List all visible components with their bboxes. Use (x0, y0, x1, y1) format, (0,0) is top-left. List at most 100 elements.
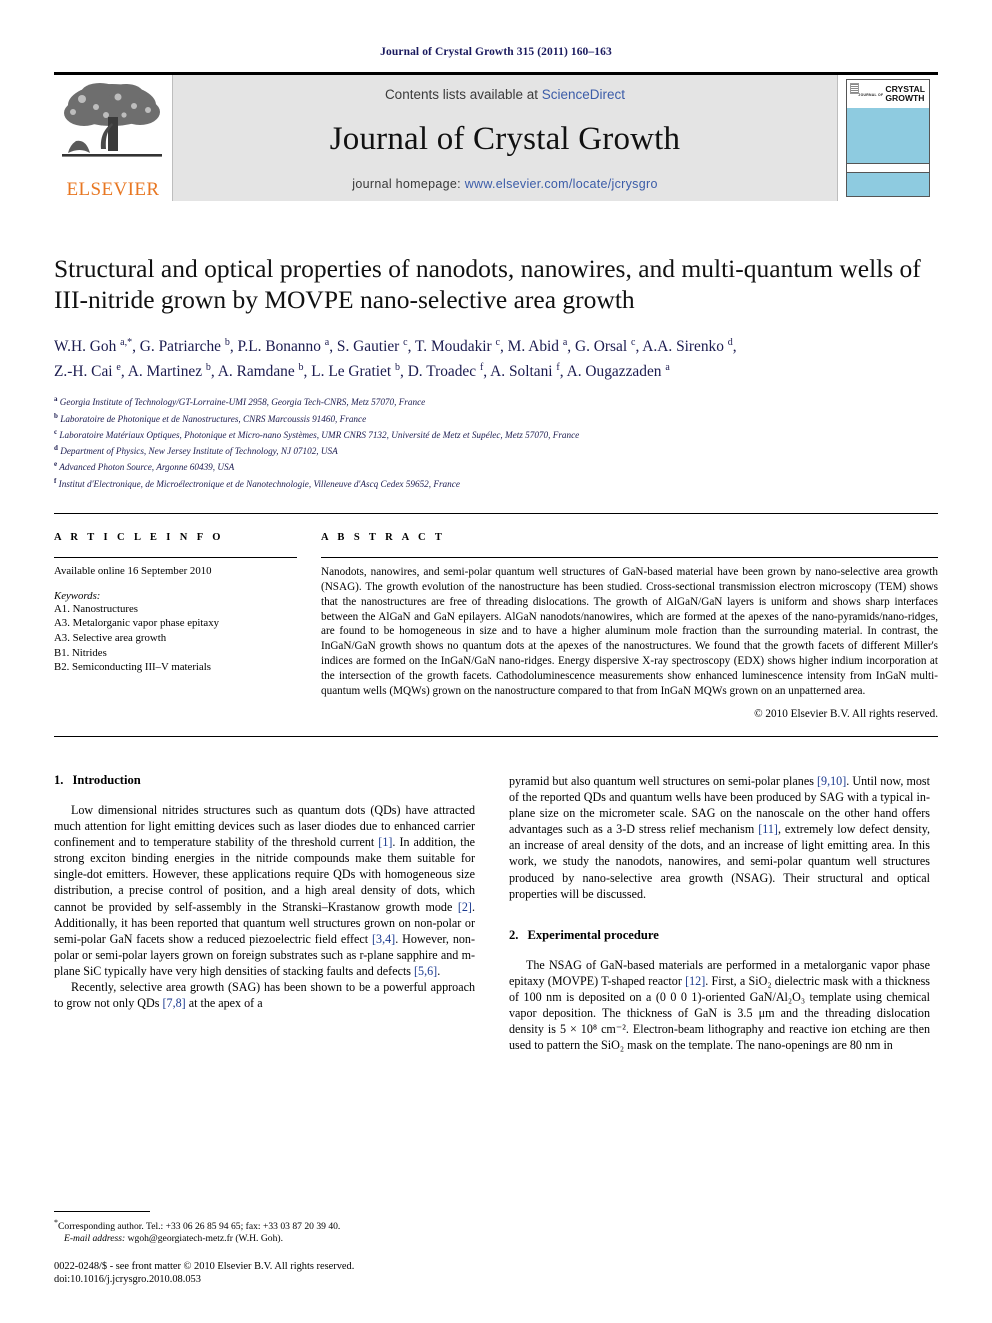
cover-inner: JOURNAL OF CRYSTAL GROWTH (846, 79, 930, 197)
keyword-item: B2. Semiconducting III–V materials (54, 661, 211, 674)
intro-paragraph-1: Low dimensional nitrides structures such… (54, 802, 475, 979)
citation-ref[interactable]: [9,10] (817, 774, 846, 788)
section-heading-experimental: 2. Experimental procedure (509, 928, 930, 943)
elsevier-wordmark: ELSEVIER (66, 179, 160, 200)
intro-paragraph-2-part: Recently, selective area growth (SAG) ha… (54, 979, 475, 1011)
keyword-item: A1. Nanostructures (54, 602, 138, 615)
abstract-divider (321, 556, 938, 558)
text-run: pyramid but also quantum well structures… (509, 774, 817, 788)
affiliation-text: Laboratoire de Photonique et de Nanostru… (60, 413, 367, 424)
article-info-column: A R T I C L E I N F O Available online 1… (54, 532, 297, 720)
running-head: Journal of Crystal Growth 315 (2011) 160… (380, 46, 612, 58)
abstract-bottom-divider (54, 736, 938, 737)
corresponding-text: Corresponding author. Tel.: +33 06 26 85… (58, 1221, 341, 1232)
affiliation-mark: c (54, 427, 58, 436)
affiliation-mark: e (54, 460, 58, 469)
affiliation-text: Department of Physics, New Jersey Instit… (60, 446, 338, 457)
citation-ref[interactable]: [3,4] (372, 932, 395, 946)
affiliation-text: Laboratoire Matériaux Optiques, Photoniq… (59, 429, 580, 440)
affiliation-mark: f (54, 476, 57, 485)
affiliation-item: c Laboratoire Matériaux Optiques, Photon… (54, 426, 938, 442)
citation-ref[interactable]: [12] (685, 974, 705, 988)
abstract-text: Nanodots, nanowires, and semi-polar quan… (321, 565, 938, 698)
copyright-line: © 2010 Elsevier B.V. All rights reserved… (754, 708, 938, 720)
citation-ref[interactable]: [2] (458, 900, 472, 914)
text-run: . (437, 963, 441, 978)
affiliation-text: Institut d'Electronique, de Microélectro… (58, 478, 460, 489)
section-title: Experimental procedure (527, 927, 659, 942)
article-content: Structural and optical properties of nan… (54, 253, 938, 1053)
issn-block: 0022-0248/$ - see front matter © 2010 El… (54, 1260, 475, 1287)
masthead-center: Contents lists available at ScienceDirec… (173, 75, 837, 201)
email-label: E-mail address: (64, 1233, 126, 1245)
cover-color-band-2 (847, 172, 929, 196)
sciencedirect-link[interactable]: ScienceDirect (542, 87, 625, 102)
intro-paragraph-2-cont: pyramid but also quantum well structures… (509, 773, 930, 902)
cover-header: JOURNAL OF CRYSTAL GROWTH (847, 80, 929, 107)
affiliation-item: f Institut d'Electronique, de Microélect… (54, 475, 938, 491)
info-top-divider (54, 512, 938, 514)
experimental-paragraph-1: The NSAG of GaN-based materials are perf… (509, 957, 930, 1054)
footnote-divider (54, 1210, 150, 1212)
doi-line[interactable]: doi:10.1016/j.jcrysgro.2010.08.053 (54, 1273, 475, 1287)
citation-ref[interactable]: [11] (758, 822, 778, 836)
affiliation-text: Georgia Institute of Technology/GT-Lorra… (59, 397, 426, 408)
info-abstract-row: A R T I C L E I N F O Available online 1… (54, 532, 938, 720)
paper-page: Journal of Crystal Growth 315 (2011) 160… (0, 0, 992, 1323)
keyword-item: A3. Selective area growth (54, 632, 167, 645)
citation-ref[interactable]: [1] (378, 835, 392, 849)
affiliation-item: b Laboratoire de Photonique et de Nanost… (54, 410, 938, 426)
article-info-divider (54, 556, 297, 558)
affiliation-list: a Georgia Institute of Technology/GT-Lor… (54, 393, 938, 491)
body-column-right: pyramid but also quantum well structures… (509, 773, 930, 1053)
journal-masthead: ELSEVIER Contents lists available at Sci… (54, 72, 938, 201)
cover-journal-name: CRYSTAL GROWTH (885, 84, 925, 103)
affiliation-mark: a (54, 395, 58, 404)
section-heading-introduction: 1. Introduction (54, 773, 475, 788)
section-number: 1. (54, 773, 64, 787)
issn-line: 0022-0248/$ - see front matter © 2010 El… (54, 1260, 355, 1272)
citation-ref[interactable]: [7,8] (163, 996, 186, 1010)
cover-barcode-icon (850, 83, 859, 94)
journal-title: Journal of Crystal Growth (329, 121, 681, 157)
text-run: Recently, selective area growth (SAG) ha… (54, 980, 475, 1011)
cover-name-line2: GROWTH (885, 92, 925, 103)
article-info-label: A R T I C L E I N F O (54, 531, 224, 543)
affiliation-mark: b (54, 411, 58, 420)
footnote-area: *Corresponding author. Tel.: +33 06 26 8… (54, 1210, 475, 1287)
body-columns: 1. Introduction Low dimensional nitrides … (54, 773, 938, 1053)
journal-homepage-line: journal homepage: www.elsevier.com/locat… (352, 177, 657, 191)
section-number: 2. (509, 927, 519, 942)
author-line-1: W.H. Goh a,*, G. Patriarche b, P.L. Bona… (54, 337, 737, 356)
text-run: at the apex of a (185, 996, 263, 1011)
body-column-left: 1. Introduction Low dimensional nitrides … (54, 773, 475, 1053)
author-line-2: Z.-H. Cai e, A. Martinez b, A. Ramdane b… (54, 362, 670, 381)
journal-cover-thumbnail: JOURNAL OF CRYSTAL GROWTH (837, 75, 938, 201)
section-title: Introduction (72, 773, 141, 787)
email-address[interactable]: wgoh@georgiatech-metz.fr (W.H. Goh). (128, 1233, 283, 1244)
elsevier-tree-icon (62, 83, 162, 157)
affiliation-item: a Georgia Institute of Technology/GT-Lor… (54, 393, 938, 409)
affiliation-item: d Department of Physics, New Jersey Inst… (54, 442, 938, 458)
corresponding-author-note: *Corresponding author. Tel.: +33 06 26 8… (54, 1217, 475, 1234)
keyword-item: B1. Nitrides (54, 646, 107, 659)
page-title: Structural and optical properties of nan… (54, 254, 921, 314)
affiliation-text: Advanced Photon Source, Argonne 60439, U… (59, 462, 235, 473)
citation-ref[interactable]: [5,6] (414, 964, 437, 978)
email-note: E-mail address: wgoh@georgiatech-metz.fr… (54, 1233, 475, 1245)
contents-prefix: Contents lists available at (384, 87, 542, 102)
author-list: W.H. Goh a,*, G. Patriarche b, P.L. Bona… (54, 332, 938, 382)
affiliation-mark: d (54, 444, 58, 453)
journal-homepage-link[interactable]: www.elsevier.com/locate/jcrysgro (465, 177, 658, 191)
abstract-label: A B S T R A C T (321, 531, 446, 543)
contents-available-line: Contents lists available at ScienceDirec… (385, 87, 625, 102)
cover-color-band-1 (847, 108, 929, 163)
keyword-item: A3. Metalorganic vapor phase epitaxy (54, 617, 220, 630)
available-online: Available online 16 September 2010 (54, 564, 212, 577)
cover-white-gap (847, 163, 929, 172)
abstract-column: A B S T R A C T Nanodots, nanowires, and… (321, 532, 938, 720)
cover-journal-of-label: JOURNAL OF (858, 93, 884, 97)
affiliation-item: e Advanced Photon Source, Argonne 60439,… (54, 458, 938, 474)
keywords-label: Keywords: (54, 589, 101, 602)
elsevier-logo: ELSEVIER (54, 75, 173, 201)
